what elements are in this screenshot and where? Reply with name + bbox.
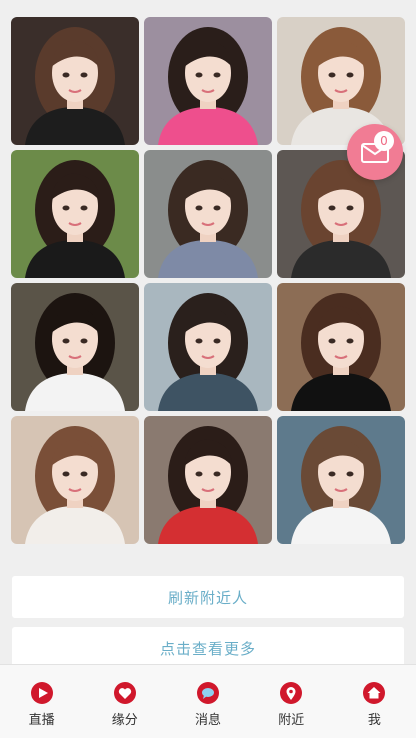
tab-nearby-label: 附近 — [278, 713, 305, 728]
mail-button[interactable]: 0 — [347, 124, 403, 180]
photo-5[interactable] — [144, 150, 272, 278]
photo-1[interactable] — [11, 17, 139, 145]
heart-icon — [113, 682, 136, 704]
portrait-image — [277, 283, 405, 411]
photo-7[interactable] — [11, 283, 139, 411]
load-more-button[interactable]: 点击查看更多 — [12, 627, 404, 669]
photo-grid — [11, 17, 405, 544]
photo-9[interactable] — [277, 283, 405, 411]
tab-me-label: 我 — [367, 713, 381, 728]
photo-2[interactable] — [144, 17, 272, 145]
tab-fate-label: 缘分 — [111, 713, 138, 728]
photo-10[interactable] — [11, 416, 139, 544]
portrait-image — [144, 17, 272, 145]
photo-8[interactable] — [144, 283, 272, 411]
location-icon — [280, 682, 303, 704]
tab-me[interactable]: 我 — [333, 665, 416, 738]
tab-messages-label: 消息 — [195, 713, 222, 728]
photo-12[interactable] — [277, 416, 405, 544]
tab-messages[interactable]: 消息 — [166, 665, 249, 738]
portrait-image — [11, 17, 139, 145]
refresh-nearby-button[interactable]: 刷新附近人 — [12, 576, 404, 618]
portrait-image — [144, 283, 272, 411]
tab-bar: 直播 缘分 消息 附近 我 — [0, 664, 416, 738]
tab-live-label: 直播 — [28, 713, 55, 728]
tab-nearby[interactable]: 附近 — [250, 665, 333, 738]
tab-fate[interactable]: 缘分 — [83, 665, 166, 738]
photo-4[interactable] — [11, 150, 139, 278]
photo-11[interactable] — [144, 416, 272, 544]
portrait-image — [11, 416, 139, 544]
portrait-image — [144, 150, 272, 278]
portrait-image — [277, 416, 405, 544]
message-icon — [197, 682, 219, 704]
home-icon — [363, 682, 386, 704]
mail-count-badge: 0 — [374, 131, 394, 151]
portrait-image — [144, 416, 272, 544]
portrait-image — [11, 150, 139, 278]
tab-live[interactable]: 直播 — [0, 665, 83, 738]
portrait-image — [11, 283, 139, 411]
live-icon — [30, 682, 53, 704]
